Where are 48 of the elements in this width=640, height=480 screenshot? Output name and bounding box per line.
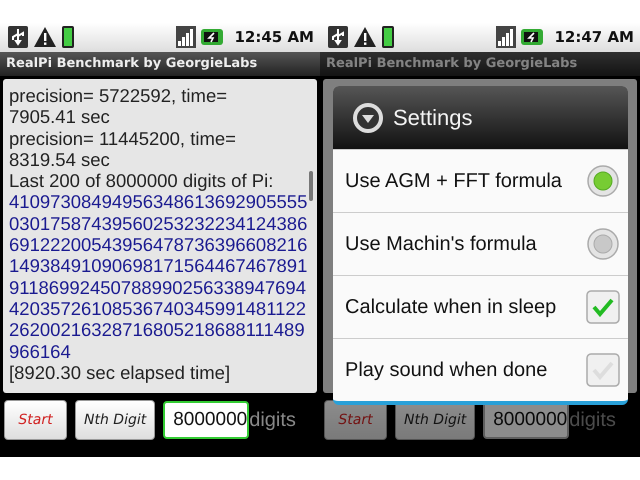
log-line: precision= 5722592, time= <box>9 85 228 106</box>
radio-button[interactable] <box>586 227 620 261</box>
pi-digits: 91186992450788990256338947694 <box>9 276 307 298</box>
pi-digits: 42035726108536740345991481122 <box>9 298 307 320</box>
settings-option[interactable]: Play sound when done <box>333 338 628 401</box>
dropdown-icon <box>353 102 383 132</box>
log-line: 7905.41 sec <box>9 106 111 128</box>
warning-icon <box>33 26 57 48</box>
pi-digits: 41097308494956348613692905555 <box>9 191 307 213</box>
start-button[interactable]: Start <box>4 400 67 440</box>
pi-digits: 69122200543956478736396608216 <box>9 234 307 256</box>
option-label: Play sound when done <box>345 358 548 382</box>
scrollbar <box>309 171 313 201</box>
nth-digit-button[interactable]: Nth Digit <box>75 400 156 440</box>
log-line: precision= 11445200, time= <box>9 128 237 149</box>
usb-icon <box>328 26 348 48</box>
warning-icon <box>353 26 377 48</box>
usb-icon <box>8 26 28 48</box>
log-line: [8920.30 sec elapsed time] <box>9 362 232 384</box>
settings-option[interactable]: Use Machin's formula <box>333 212 628 275</box>
checkbox[interactable] <box>586 290 620 324</box>
clock: 12:47 AM <box>554 28 634 46</box>
digits-field[interactable]: 8000000 <box>163 401 250 439</box>
charging-battery-icon <box>201 29 224 45</box>
digits-label: digits <box>569 408 616 432</box>
pi-digits: 14938491090698171564467467891 <box>9 255 307 277</box>
log-line: Last 200 of 8000000 digits of Pi: <box>9 170 274 192</box>
log-line: 8319.54 sec <box>9 148 111 170</box>
app-title: RealPi Benchmark by GeorgieLabs <box>320 52 640 76</box>
battery-icon <box>62 26 74 48</box>
option-label: Calculate when in sleep <box>345 296 556 318</box>
signal-icon <box>176 26 196 48</box>
pi-digits: 26200216328716805218688111489 <box>9 319 306 341</box>
digits-label: digits <box>249 408 296 432</box>
option-label: Use AGM + FFT formula <box>345 170 562 192</box>
charging-battery-icon <box>521 29 544 45</box>
radio-button[interactable] <box>586 164 620 198</box>
dialog-title: Settings <box>393 104 472 130</box>
settings-option[interactable]: Use AGM + FFT formula <box>333 149 628 212</box>
option-label: Use Machin's formula <box>345 232 537 256</box>
signal-icon <box>496 26 516 48</box>
pi-digits: 03017587439560253232234124386 <box>9 212 307 234</box>
clock: 12:45 AM <box>234 28 314 46</box>
app-title: RealPi Benchmark by GeorgieLabs <box>0 52 320 76</box>
pi-digits: 966164 <box>9 340 72 362</box>
settings-option[interactable]: Calculate when in sleep <box>333 275 628 338</box>
battery-icon <box>382 26 394 48</box>
checkbox[interactable] <box>586 353 620 387</box>
